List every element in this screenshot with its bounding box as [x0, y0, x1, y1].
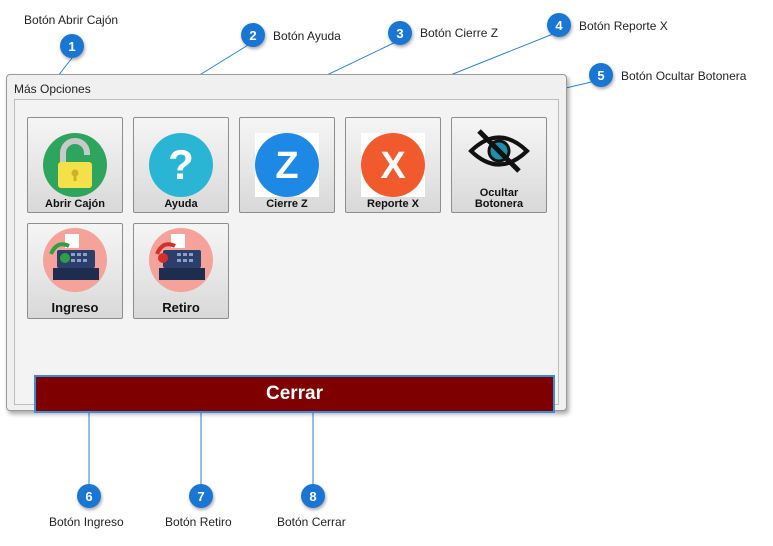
ocultar-botonera-button[interactable]: Ocultar Botonera [451, 117, 547, 213]
question-mark-icon: ? [149, 133, 213, 197]
dialog-title: Más Opciones [14, 82, 91, 96]
ingreso-label: Ingreso [51, 300, 99, 315]
svg-text:X: X [380, 145, 406, 187]
ocultar-label-line2: Botonera [474, 198, 524, 210]
options-panel: Abrir Cajón ? Ayuda Z Cierre Z X Reporte… [14, 99, 559, 413]
cash-register-out-icon [149, 228, 213, 292]
callout-label-ocultar-botonera: Botón Ocultar Botonera [621, 69, 747, 83]
cierre-z-button[interactable]: Z Cierre Z [239, 117, 335, 213]
abrir-cajon-label: Abrir Cajón [45, 198, 105, 210]
callout-badge-8: 8 [301, 484, 325, 508]
callout-label-ingreso: Botón Ingreso [49, 515, 124, 529]
cerrar-button[interactable]: Cerrar [34, 375, 555, 413]
callout-label-abrir-cajon: Botón Abrir Cajón [24, 13, 119, 27]
callout-label-reporte-x: Botón Reporte X [579, 19, 668, 33]
ayuda-label: Ayuda [164, 198, 198, 210]
callout-badge-2: 2 [241, 23, 265, 47]
svg-text:Z: Z [275, 145, 298, 187]
retiro-label: Retiro [162, 300, 200, 315]
callout-badge-1: 1 [60, 34, 84, 58]
callout-badge-7: 7 [189, 484, 213, 508]
svg-text:?: ? [168, 141, 194, 188]
abrir-cajon-button[interactable]: Abrir Cajón [27, 117, 123, 213]
ocultar-botonera-label: Ocultar Botonera [452, 188, 546, 210]
ingreso-button[interactable]: Ingreso [27, 223, 123, 319]
callout-badge-3: 3 [388, 21, 412, 45]
unlocked-padlock-icon [43, 133, 107, 197]
cierre-z-label: Cierre Z [266, 198, 308, 210]
reporte-x-button[interactable]: X Reporte X [345, 117, 441, 213]
callout-label-retiro: Botón Retiro [165, 515, 232, 529]
letter-z-icon: Z [255, 133, 319, 197]
callout-label-cerrar: Botón Cerrar [277, 515, 346, 529]
eye-slash-icon [468, 129, 530, 173]
retiro-button[interactable]: Retiro [133, 223, 229, 319]
callout-label-cierre-z: Botón Cierre Z [420, 26, 499, 40]
reporte-x-label: Reporte X [367, 198, 419, 210]
letter-x-icon: X [361, 133, 425, 197]
callout-label-ayuda: Botón Ayuda [273, 29, 341, 43]
ayuda-button[interactable]: ? Ayuda [133, 117, 229, 213]
callout-badge-4: 4 [547, 13, 571, 37]
cash-register-in-icon [43, 228, 107, 292]
callout-badge-5: 5 [589, 63, 613, 87]
callout-badge-6: 6 [77, 484, 101, 508]
mas-opciones-dialog: Más Opciones Abrir Cajón ? Ayuda Z Cierr… [6, 74, 567, 413]
